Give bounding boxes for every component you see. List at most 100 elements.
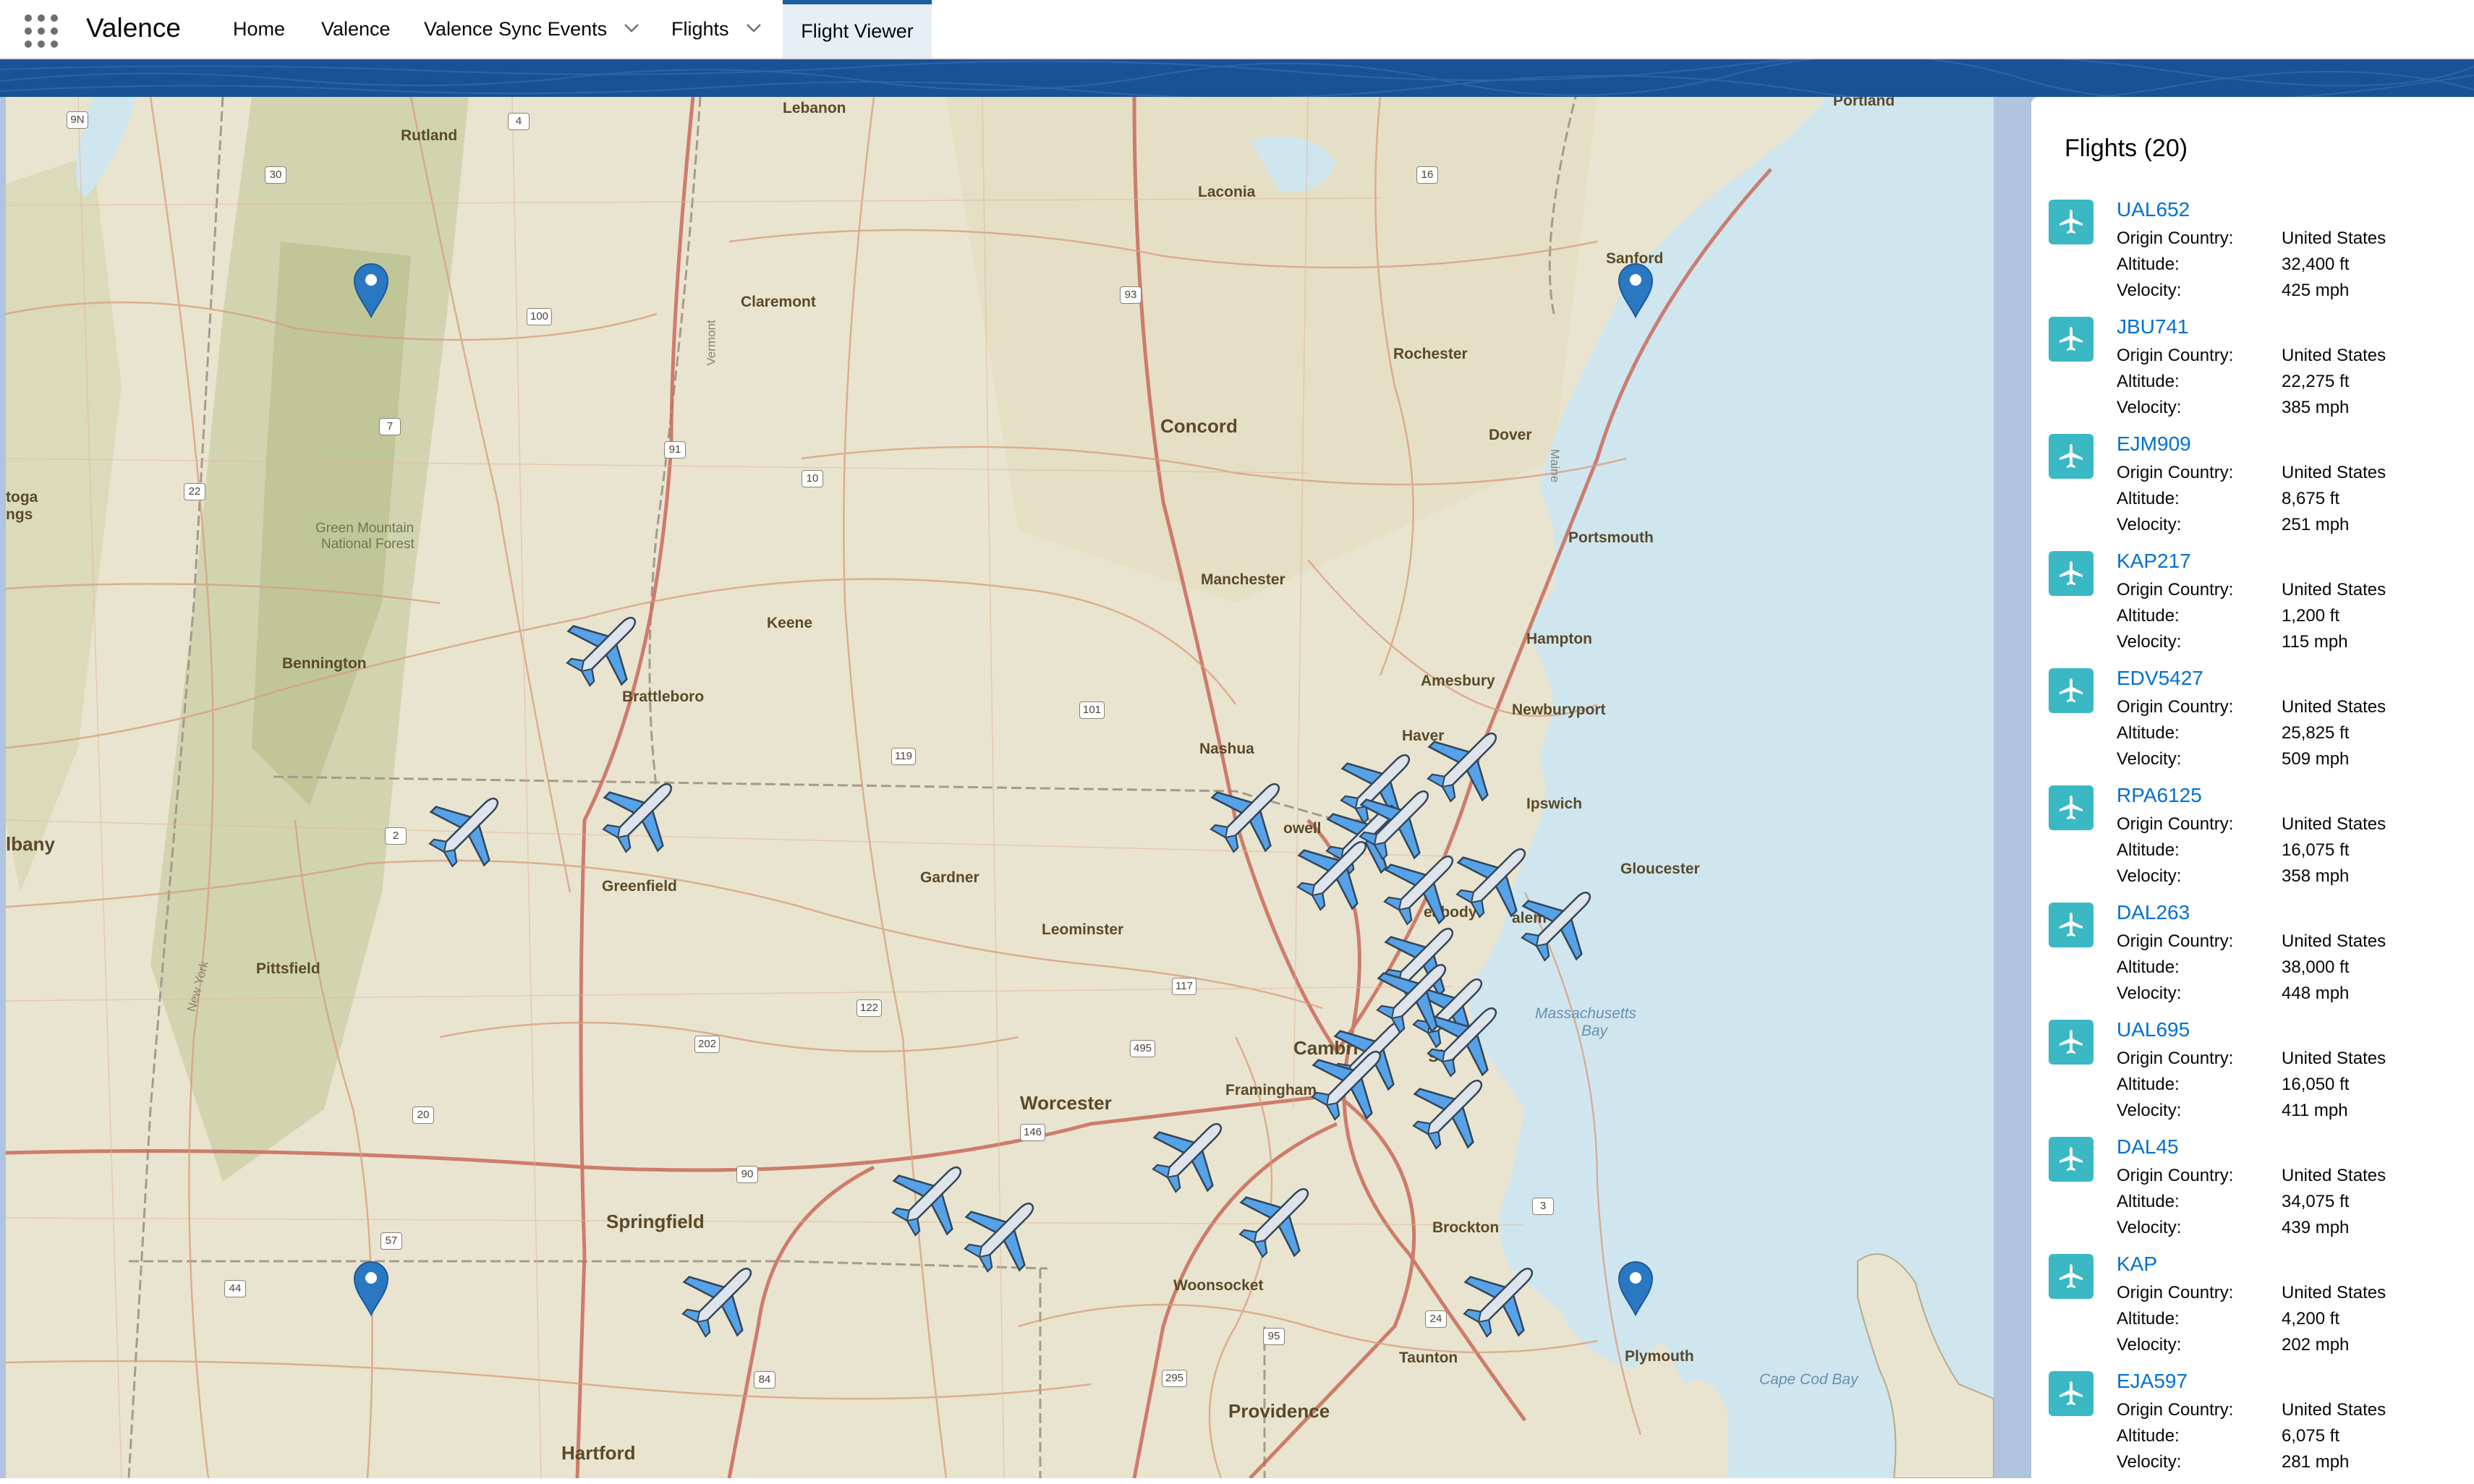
origin-value: United States [2282,1049,2386,1068]
flights-panel: Flights (20) UAL652 Origin Country: United… [2031,97,2474,1478]
location-pin-icon[interactable] [1616,260,1655,318]
highway-shield: 119 [891,748,916,765]
airplane-icon [2049,668,2093,713]
highway-shield: 100 [527,308,553,325]
velocity-label: Velocity: [2117,749,2182,769]
highway-shield: 117 [1172,978,1196,995]
airplane-marker-icon[interactable] [1207,769,1293,856]
velocity-label: Velocity: [2117,866,2182,886]
flight-link[interactable]: JBU741 [2117,315,2189,338]
tab-valence[interactable]: Valence [308,0,404,58]
place-label: Plymouth [1625,1348,1694,1365]
airplane-marker-icon[interactable] [425,784,512,871]
airplane-marker-icon[interactable] [679,1254,765,1341]
velocity-label: Velocity: [2117,515,2182,534]
airplane-icon [2049,1254,2093,1299]
tab-valence-sync-events[interactable]: Valence Sync Events [411,0,650,58]
flight-map[interactable]: Lebanon Portland Rutland Laconia Claremo… [6,97,1994,1478]
airplane-marker-icon[interactable] [1236,1174,1322,1261]
flight-item: DAL263 Origin Country: United States Altitu… [2043,898,2462,1015]
airplane-marker-icon[interactable] [1518,878,1604,965]
place-label: toga [6,489,38,506]
flight-item: EJM909 Origin Country: United States Altitu… [2043,430,2462,547]
tab-label: Flight Viewer [801,20,914,42]
location-pin-icon[interactable] [1616,1258,1655,1316]
altitude-value: 8,675 ft [2282,489,2340,508]
state-label: Vermont [704,320,718,366]
tab-flight-viewer[interactable]: Flight Viewer [783,0,932,58]
airplane-marker-icon[interactable] [961,1189,1047,1276]
flight-link[interactable]: EJM909 [2117,432,2191,456]
velocity-value: 115 mph [2282,632,2348,652]
origin-label: Origin Country: [2117,229,2234,248]
highway-shield: 44 [224,1280,246,1297]
place-label: Brockton [1432,1219,1500,1236]
velocity-value: 358 mph [2282,866,2350,886]
altitude-value: 38,000 ft [2282,958,2350,977]
airplane-marker-icon[interactable] [1149,1109,1236,1196]
highway-shield: 20 [412,1106,434,1124]
airplane-marker-icon[interactable] [1308,1037,1395,1124]
airplane-marker-icon[interactable] [563,603,650,690]
chevron-down-icon[interactable] [623,22,639,36]
airplane-marker-icon[interactable] [1373,950,1460,1037]
airplane-icon [2049,551,2093,596]
location-pin-icon[interactable] [352,260,391,318]
highway-shield: 7 [379,418,401,435]
highway-shield: 2 [385,827,407,845]
airplane-marker-icon[interactable] [1409,1066,1496,1153]
forest-label: Green Mountain [315,521,415,536]
place-label: Nashua [1199,741,1254,757]
velocity-value: 385 mph [2282,398,2350,417]
origin-label: Origin Country: [2117,931,2234,951]
velocity-label: Velocity: [2117,1101,2182,1120]
velocity-label: Velocity: [2117,398,2182,417]
altitude-value: 6,075 ft [2282,1426,2340,1446]
flight-link[interactable]: UAL652 [2117,198,2190,221]
tab-home[interactable]: Home [220,0,298,58]
tab-flights[interactable]: Flights [658,0,773,58]
highway-shield: 57 [381,1232,402,1250]
altitude-label: Altitude: [2117,1309,2180,1329]
app-launcher-icon[interactable] [25,14,58,48]
flight-link[interactable]: KAP [2117,1253,2157,1276]
altitude-label: Altitude: [2117,606,2180,626]
origin-value: United States [2282,1400,2386,1420]
airplane-marker-icon[interactable] [599,769,686,856]
place-label: ngs [6,506,33,523]
flight-link[interactable]: RPA6125 [2117,784,2202,807]
velocity-value: 509 mph [2282,749,2350,769]
flight-link[interactable]: UAL695 [2117,1018,2190,1041]
flight-item: DAL45 Origin Country: United States Altitud… [2043,1133,2462,1250]
flight-link[interactable]: EDV5427 [2117,667,2203,690]
panel-title: Flights (20) [2065,135,2188,162]
flight-link[interactable]: KAP217 [2117,550,2191,573]
highway-shield: 93 [1120,286,1142,304]
airplane-marker-icon[interactable] [1293,827,1380,914]
velocity-label: Velocity: [2117,1452,2182,1472]
origin-value: United States [2282,463,2386,482]
altitude-label: Altitude: [2117,255,2180,274]
place-label: Laconia [1198,184,1256,200]
flight-link[interactable]: EJA597 [2117,1370,2188,1393]
place-label: Brattleboro [622,688,705,705]
flight-link[interactable]: DAL45 [2117,1135,2179,1159]
airplane-marker-icon[interactable] [1460,1254,1547,1341]
altitude-label: Altitude: [2117,489,2180,508]
highway-shield: 4 [508,113,530,130]
location-pin-icon[interactable] [352,1258,391,1316]
tab-label: Valence Sync Events [424,17,608,40]
flight-link[interactable]: DAL263 [2117,901,2190,924]
velocity-value: 411 mph [2282,1101,2348,1120]
altitude-label: Altitude: [2117,1426,2180,1446]
chevron-down-icon[interactable] [745,22,761,36]
place-label: Pittsfield [256,960,320,977]
highway-shield: 146 [1020,1124,1046,1141]
airplane-icon [2049,903,2093,947]
content-area: Lebanon Portland Rutland Laconia Claremo… [0,97,2474,1478]
flight-item: JBU741 Origin Country: United States Altitu… [2043,312,2462,430]
altitude-label: Altitude: [2117,723,2180,743]
place-label: Manchester [1201,571,1285,588]
highway-shield: 22 [184,483,205,500]
place-label: Rutland [401,127,458,144]
